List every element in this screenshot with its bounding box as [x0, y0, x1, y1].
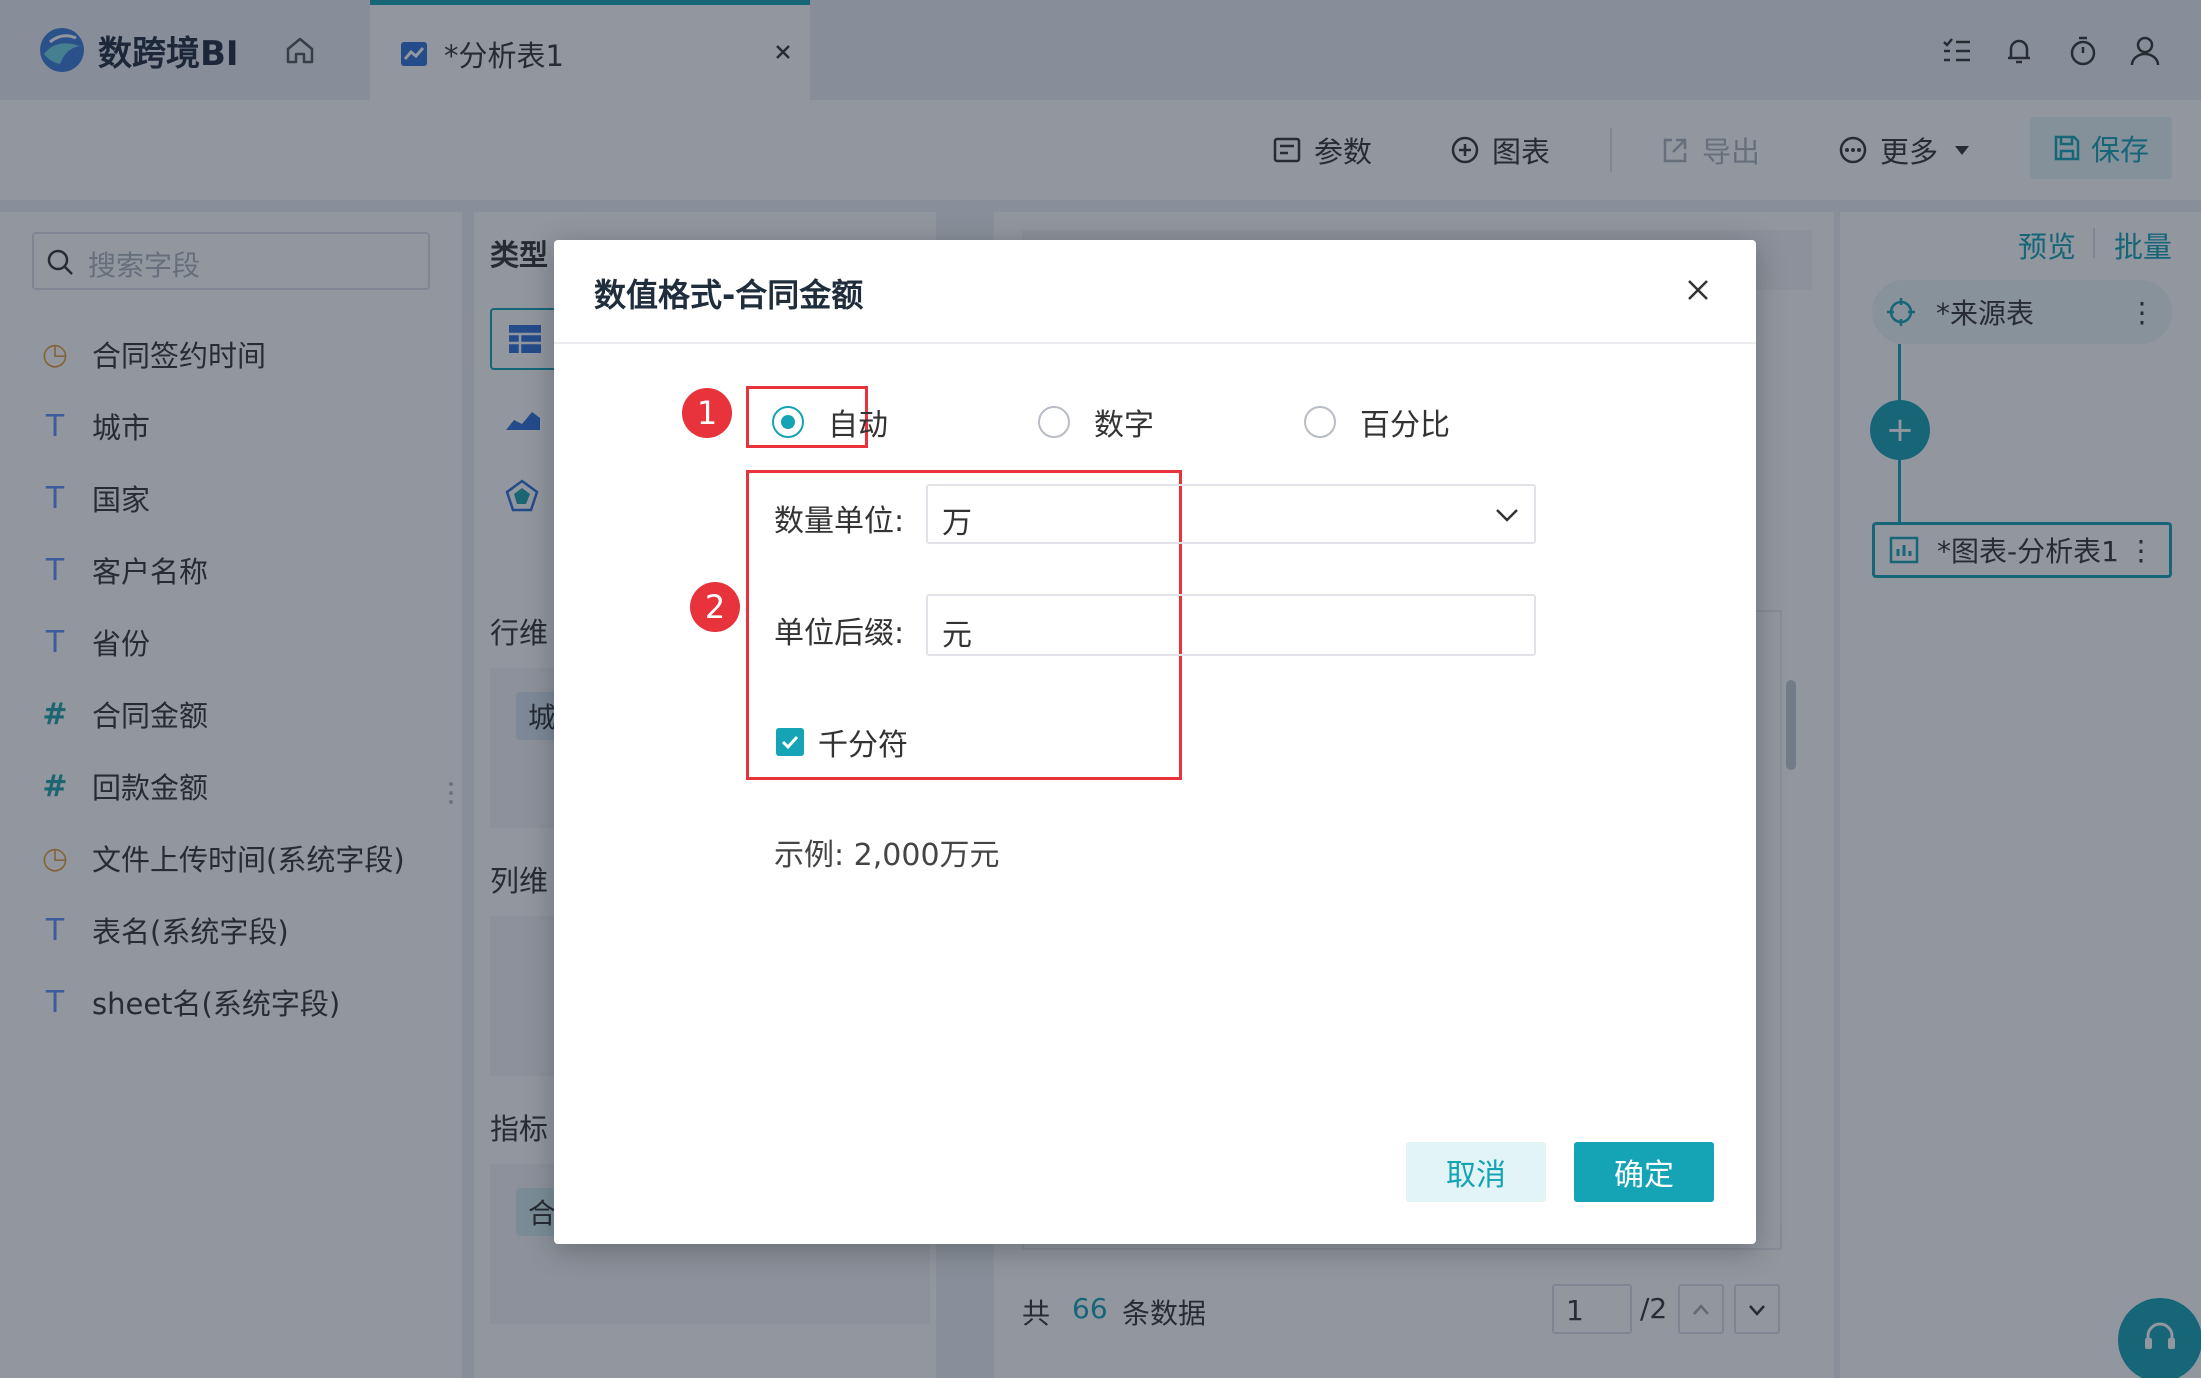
radio-auto[interactable]: 自动 — [772, 400, 888, 444]
radio-number[interactable]: 数字 — [1038, 400, 1154, 444]
cancel-button[interactable]: 取消 — [1406, 1142, 1546, 1202]
dialog-close-button[interactable] — [1684, 276, 1712, 304]
radio-number-label: 数字 — [1094, 408, 1154, 443]
radio-percent-indicator — [1304, 406, 1336, 438]
checkbox-checked-icon — [776, 728, 804, 756]
confirm-button[interactable]: 确定 — [1574, 1142, 1714, 1202]
thousands-separator-checkbox[interactable]: 千分符 — [776, 720, 908, 764]
chevron-down-icon — [1496, 509, 1518, 522]
radio-auto-label: 自动 — [828, 408, 888, 443]
radio-auto-indicator — [772, 406, 804, 438]
dialog-header-divider — [554, 342, 1756, 344]
annotation-badge-2: 2 — [690, 582, 740, 632]
suffix-label: 单位后缀: — [774, 616, 905, 651]
unit-select-value: 万 — [942, 506, 972, 541]
radio-percent-label: 百分比 — [1360, 408, 1450, 443]
radio-number-indicator — [1038, 406, 1070, 438]
close-icon — [1688, 280, 1708, 300]
unit-select[interactable]: 万 — [926, 484, 1536, 544]
annotation-badge-1: 1 — [682, 388, 732, 438]
radio-percent[interactable]: 百分比 — [1304, 400, 1450, 444]
unit-label: 数量单位: — [774, 504, 905, 539]
suffix-input[interactable]: 元 — [926, 594, 1536, 656]
suffix-input-value: 元 — [942, 618, 972, 653]
thousands-separator-label: 千分符 — [818, 728, 908, 763]
dialog-title: 数值格式-合同金额 — [594, 276, 864, 314]
format-example: 示例: 2,000万元 — [774, 838, 1000, 873]
number-format-dialog: 数值格式-合同金额 1 自动 数字 百分比 2 数量单位: 万 单位后缀: 元 … — [554, 240, 1756, 1244]
